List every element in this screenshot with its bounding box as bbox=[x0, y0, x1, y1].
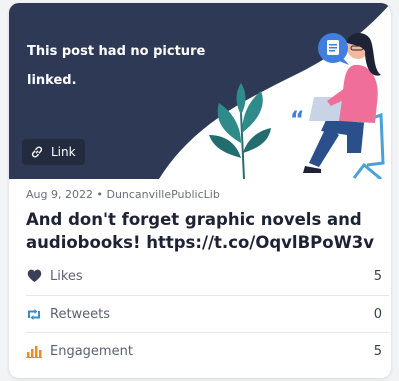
stat-label: Likes bbox=[50, 268, 83, 284]
heart-icon bbox=[26, 268, 42, 284]
post-date: Aug 9, 2022 bbox=[26, 188, 93, 201]
post-image-placeholder: “ This post had no picture linked. Link bbox=[9, 3, 391, 179]
meta-separator: • bbox=[96, 188, 103, 201]
link-icon bbox=[29, 144, 45, 160]
stat-value: 0 bbox=[373, 306, 382, 322]
stat-label: Retweets bbox=[50, 306, 111, 322]
link-label: Link bbox=[51, 145, 76, 159]
quote-icon: “ bbox=[290, 108, 304, 133]
no-picture-message: This post had no picture linked. bbox=[27, 44, 206, 88]
post-meta: Aug 9, 2022 • DuncanvillePublicLib bbox=[26, 188, 220, 201]
retweet-icon bbox=[26, 306, 42, 322]
link-button[interactable]: Link bbox=[22, 139, 85, 165]
post-author[interactable]: DuncanvillePublicLib bbox=[106, 188, 219, 201]
stat-row-retweets: Retweets 0 bbox=[26, 296, 389, 332]
stat-label: Engagement bbox=[50, 343, 133, 359]
post-card[interactable]: “ This post had no picture linked. Link … bbox=[9, 3, 391, 378]
stat-value: 5 bbox=[373, 343, 382, 359]
stat-row-engagement: Engagement 5 bbox=[26, 333, 389, 369]
post-text: And don't forget graphic novels and audi… bbox=[26, 210, 375, 252]
bar-chart-icon bbox=[26, 343, 42, 359]
stat-value: 5 bbox=[373, 268, 382, 284]
stat-row-likes: Likes 5 bbox=[26, 258, 389, 294]
